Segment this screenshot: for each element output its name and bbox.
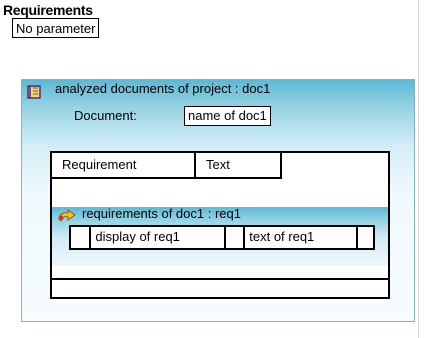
requirements-panel: Requirements No parameter analyzed docum… bbox=[0, 0, 419, 338]
documents-label: analyzed documents of project : doc1 bbox=[55, 81, 271, 96]
row-spacer bbox=[358, 227, 373, 248]
document-book-icon bbox=[27, 85, 41, 99]
row-spacer bbox=[71, 227, 92, 248]
cell-display[interactable]: display of req1 bbox=[91, 227, 226, 248]
requirements-table: Requirement Text requirements of doc1 : … bbox=[50, 151, 390, 299]
section-title: Requirements bbox=[3, 2, 93, 18]
document-name-field[interactable]: name of doc1 bbox=[184, 106, 271, 126]
table-footer-divider bbox=[52, 278, 388, 280]
analyzed-documents-panel: analyzed documents of project : doc1 Doc… bbox=[21, 79, 415, 322]
document-field-label: Document: bbox=[74, 108, 137, 123]
table-row[interactable]: display of req1 text of req1 bbox=[69, 225, 375, 250]
header-requirement[interactable]: Requirement bbox=[52, 153, 196, 177]
cell-text[interactable]: text of req1 bbox=[245, 227, 358, 248]
row-spacer bbox=[226, 227, 246, 248]
requirement-label: requirements of doc1 : req1 bbox=[82, 206, 241, 221]
parameter-box[interactable]: No parameter bbox=[12, 18, 100, 38]
table-header: Requirement Text bbox=[52, 153, 282, 179]
requirement-arrow-icon bbox=[58, 209, 76, 222]
requirement-group: requirements of doc1 : req1 display of r… bbox=[52, 206, 388, 266]
header-text[interactable]: Text bbox=[196, 153, 282, 177]
